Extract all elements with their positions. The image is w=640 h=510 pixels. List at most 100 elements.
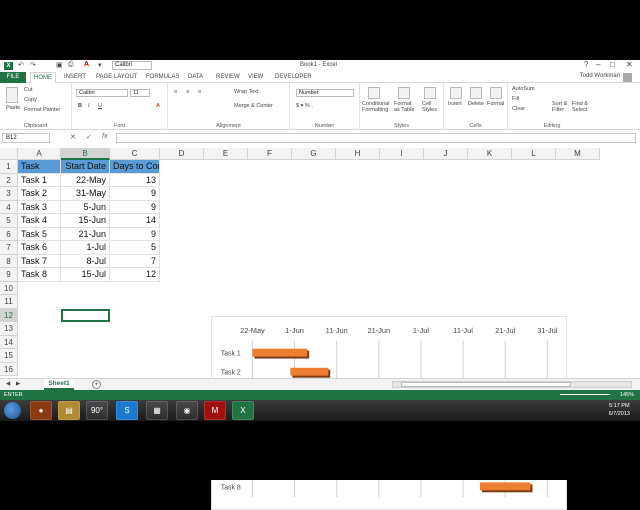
column-header-k[interactable]: K [468,148,512,160]
tab-developer[interactable]: DEVELOPER [275,72,312,83]
save-icon[interactable]: ▣ [56,61,63,69]
table-cell[interactable]: 13 [110,173,160,187]
paste-button[interactable]: Paste [6,105,20,111]
conditional-formatting-button[interactable]: Conditional Formatting [362,101,392,113]
conditional-formatting-icon[interactable] [368,87,380,99]
select-all-corner[interactable] [0,148,18,160]
table-cell[interactable]: Task 6 [18,241,61,255]
currency-icon[interactable]: $ ▾ % , [296,103,313,109]
active-cell-b12[interactable] [61,308,110,322]
print-icon[interactable]: ⎙ [68,61,74,69]
bold-icon[interactable]: B [78,103,82,109]
row-header-6[interactable]: 6 [0,227,18,241]
table-cell[interactable]: Task 7 [18,254,61,268]
row-header-9[interactable]: 9 [0,268,18,282]
column-header-e[interactable]: E [204,148,248,160]
skype-icon[interactable]: S [116,401,138,420]
table-cell[interactable]: Task 5 [18,227,61,241]
table-cell[interactable]: 9 [110,227,160,241]
table-cell[interactable]: 8-Jul [61,254,110,268]
system-clock[interactable]: 5:17 PM 6/7/2013 [609,402,630,418]
tab-home[interactable]: HOME [30,72,56,83]
column-header-j[interactable]: J [424,148,468,160]
chevron-down-icon[interactable]: ▾ [98,61,102,69]
table-header-cell[interactable]: Start Date [61,160,110,174]
table-cell[interactable]: Task 4 [18,214,61,228]
column-header-h[interactable]: H [336,148,380,160]
row-header-13[interactable]: 13 [0,322,18,336]
align-top-icon[interactable]: ≡ [174,89,177,95]
row-header-4[interactable]: 4 [0,200,18,214]
row-header-15[interactable]: 15 [0,349,18,363]
tab-review[interactable]: REVIEW [216,72,240,83]
tab-insert[interactable]: INSERT [64,72,86,83]
weather-gadget[interactable]: 90° [86,401,108,420]
delete-button[interactable]: Delete [468,101,484,107]
horizontal-scrollbar[interactable] [392,381,632,388]
maximize-icon[interactable]: □ [610,60,615,69]
table-header-cell[interactable]: Days to Complete [110,160,160,174]
formula-input[interactable] [116,133,636,143]
delete-cells-icon[interactable] [470,87,482,99]
sheet-tab-sheet1[interactable]: Sheet1 [44,379,74,390]
table-cell[interactable]: 15-Jun [61,214,110,228]
table-cell[interactable]: 9 [110,200,160,214]
next-sheet-icon[interactable]: ▶ [16,381,20,387]
chrome-icon[interactable]: ◉ [176,401,198,420]
mcafee-icon[interactable]: M [204,401,226,420]
sort-filter-button[interactable]: Sort & Filter [552,101,570,113]
table-cell[interactable]: 7 [110,254,160,268]
merge-center-button[interactable]: Merge & Center [234,103,273,109]
tab-page-layout[interactable]: PAGE LAYOUT [96,72,137,83]
row-header-14[interactable]: 14 [0,335,18,349]
firefox-icon[interactable]: ● [30,401,52,420]
column-header-i[interactable]: I [380,148,424,160]
table-cell[interactable]: Task 2 [18,187,61,201]
add-sheet-icon[interactable]: + [92,380,101,389]
tab-view[interactable]: VIEW [248,72,263,83]
align-middle-icon[interactable]: ≡ [186,89,189,95]
close-icon[interactable]: ✕ [626,60,633,69]
row-header-16[interactable]: 16 [0,362,18,376]
table-cell[interactable]: 31-May [61,187,110,201]
column-header-d[interactable]: D [160,148,204,160]
notepad-icon[interactable]: ▦ [146,401,168,420]
format-button[interactable]: Format [487,101,504,107]
format-table-icon[interactable] [398,87,410,99]
table-cell[interactable]: 14 [110,214,160,228]
row-header-2[interactable]: 2 [0,173,18,187]
table-cell[interactable]: 9 [110,187,160,201]
table-cell[interactable]: 15-Jul [61,268,110,282]
table-cell[interactable]: Task 8 [18,268,61,282]
row-header-1[interactable]: 1 [0,160,18,174]
cell-styles-icon[interactable] [424,87,436,99]
prev-sheet-icon[interactable]: ◀ [6,381,10,387]
align-bottom-icon[interactable]: ≡ [198,89,201,95]
clear-button[interactable]: Clear [512,106,525,112]
insert-button[interactable]: Insert [448,101,462,107]
column-header-c[interactable]: C [110,148,160,160]
font-size-combo[interactable]: 11 [130,89,150,97]
underline-icon[interactable]: U [98,103,102,109]
redo-icon[interactable]: ↷ [30,61,36,69]
name-box[interactable]: B12 [2,133,50,143]
column-header-a[interactable]: A [18,148,61,160]
table-cell[interactable]: 21-Jun [61,227,110,241]
worksheet-grid[interactable]: ABCDEFGHIJKLM 1 2 3 4 5 6 7 8 9 10 11 12 13 14 15 16 Ta… [0,148,632,510]
row-header-12[interactable]: 12 [0,308,18,322]
insert-function-button[interactable]: fx [102,133,107,140]
avatar[interactable] [623,73,632,82]
paste-icon[interactable] [6,87,18,103]
cell-styles-button[interactable]: Cell Styles [422,101,440,113]
cancel-icon[interactable]: ✕ [70,133,76,141]
table-cell[interactable]: Task 1 [18,173,61,187]
scroll-thumb[interactable] [401,382,571,387]
tab-file[interactable]: FILE [0,72,26,83]
row-header-8[interactable]: 8 [0,254,18,268]
tab-data[interactable]: DATA [188,72,203,83]
format-painter-button[interactable]: Format Painter [24,107,60,113]
undo-icon[interactable]: ↶ [18,61,24,69]
font-color-icon[interactable]: A [84,61,89,68]
table-cell[interactable]: Task 3 [18,200,61,214]
number-format-combo[interactable]: Number [296,89,354,97]
